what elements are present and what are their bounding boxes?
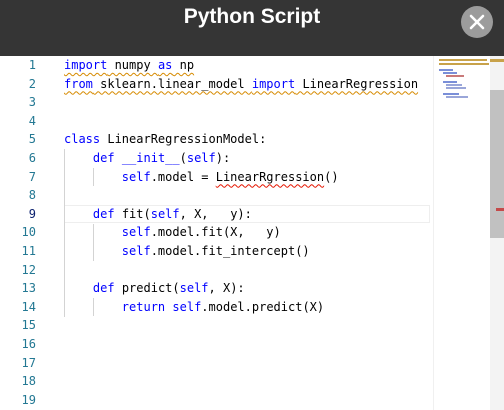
code-line[interactable]: def predict(self, X):: [64, 279, 245, 298]
line-number: 2: [28, 76, 36, 91]
code-line[interactable]: self.model.fit_intercept(): [64, 242, 310, 261]
code-token: .model =: [150, 169, 216, 184]
code-keyword: class: [64, 132, 101, 147]
code-keyword: def: [92, 151, 115, 165]
line-number: 6: [28, 151, 36, 165]
line-number: 15: [21, 318, 36, 333]
line-number: 8: [28, 188, 36, 203]
minimap-line: [439, 69, 453, 71]
code-keyword: self: [179, 281, 209, 296]
code-keyword: as: [157, 58, 173, 72]
code-keyword: return: [121, 299, 166, 314]
code-keyword: __init__: [121, 151, 180, 165]
code-line[interactable]: import numpy as np: [64, 56, 194, 75]
minimap[interactable]: [433, 56, 491, 410]
code-line[interactable]: self.model = LinearRgression(): [64, 168, 339, 187]
code-keyword: import: [64, 58, 108, 72]
line-number: 16: [21, 337, 36, 351]
code-keyword: self: [186, 151, 216, 165]
code-line[interactable]: def __init__(self):: [64, 149, 230, 168]
minimap-line: [439, 59, 487, 61]
line-number: 12: [21, 262, 36, 277]
minimap-line: [439, 63, 489, 65]
dialog-header: Python Script: [0, 0, 504, 56]
code-token: , X):: [208, 281, 245, 296]
code-token: LinearRgression: [215, 169, 325, 184]
scroll-warning-marker: [490, 59, 504, 62]
code-token: LinearRegressionModel:: [100, 132, 267, 147]
scroll-error-marker: [496, 208, 504, 211]
code-line[interactable]: class LinearRegressionModel:: [64, 130, 266, 149]
code-keyword: self: [121, 225, 151, 240]
vertical-scrollbar[interactable]: [490, 56, 504, 410]
code-token: predict(: [114, 281, 180, 296]
line-number: 7: [28, 169, 36, 184]
minimap-line: [446, 87, 466, 89]
code-token: (: [179, 151, 187, 165]
code-token: .model.predict(X): [201, 299, 325, 314]
line-number: 17: [21, 355, 36, 370]
dialog-title: Python Script: [183, 5, 321, 28]
minimap-line: [443, 93, 459, 95]
code-keyword: import: [251, 76, 296, 91]
line-number: 1: [28, 58, 36, 72]
code-token: numpy: [107, 58, 158, 72]
code-keyword: from: [64, 76, 93, 91]
minimap-line: [446, 84, 462, 86]
code-line[interactable]: from sklearn.linear_model import LinearR…: [64, 75, 418, 94]
minimap-line: [443, 72, 457, 74]
code-keyword: self: [121, 244, 151, 258]
line-number: 10: [21, 225, 36, 240]
code-line[interactable]: return self.model.predict(X): [64, 298, 324, 317]
line-number: 18: [21, 374, 36, 389]
code-token: , X, y):: [179, 206, 252, 221]
code-token: ):: [215, 151, 231, 165]
line-number: 11: [21, 244, 36, 258]
line-number: 5: [28, 132, 36, 147]
line-number: 13: [21, 281, 36, 296]
line-number: 9: [28, 206, 36, 221]
close-x-icon: [469, 14, 485, 30]
line-number: 3: [28, 95, 36, 110]
code-editor[interactable]: 1 2 3 4 5 6 7 8 9 10 11 12 13 14 15 16 17 18 19 import num…: [0, 56, 504, 410]
code-token: LinearRegression: [295, 76, 419, 91]
code-keyword: def: [92, 206, 115, 221]
code-token: .model.fit_intercept(): [150, 244, 310, 258]
line-number: 14: [21, 299, 36, 314]
code-token: (): [324, 169, 339, 184]
minimap-line: [446, 96, 468, 98]
minimap-line: [443, 81, 457, 83]
code-keyword: self: [150, 206, 180, 221]
code-area[interactable]: import numpy as np from sklearn.linear_mo…: [64, 56, 430, 410]
code-keyword: self: [172, 299, 202, 314]
code-token: fit(: [114, 206, 151, 221]
code-line[interactable]: def fit(self, X, y):: [64, 205, 252, 224]
code-keyword: def: [92, 281, 115, 296]
line-number: 4: [28, 113, 36, 128]
code-token: np: [172, 58, 195, 72]
code-token: sklearn.linear_model: [92, 76, 252, 91]
minimap-line: [446, 75, 464, 77]
code-token: .model.fit(X, y): [150, 225, 281, 240]
close-button[interactable]: [461, 6, 493, 38]
line-number-gutter: 1 2 3 4 5 6 7 8 9 10 11 12 13 14 15 16 17 18 19: [0, 56, 44, 410]
scrollbar-thumb[interactable]: [490, 90, 504, 238]
code-keyword: self: [121, 169, 151, 184]
line-number: 19: [21, 392, 36, 407]
code-line[interactable]: self.model.fit(X, y): [64, 223, 281, 242]
